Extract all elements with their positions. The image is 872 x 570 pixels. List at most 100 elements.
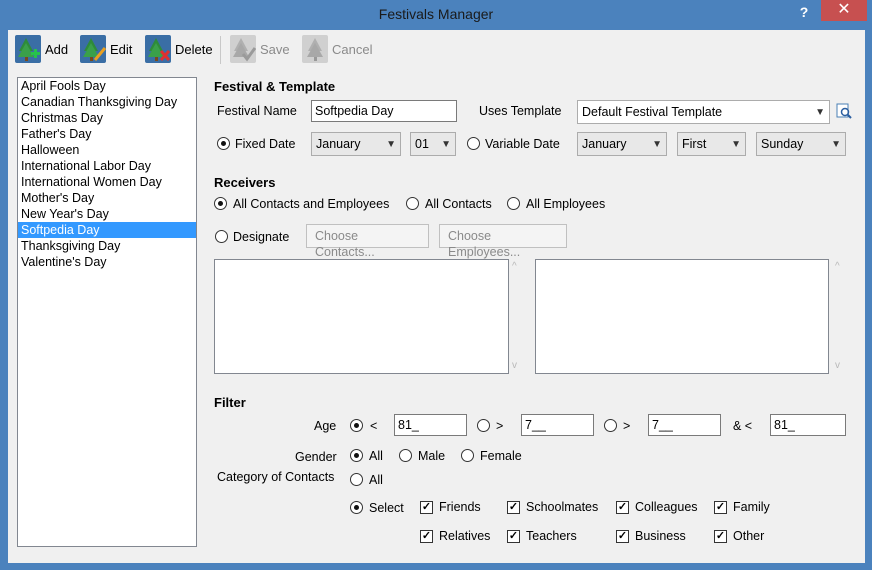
edit-button[interactable]: Edit — [76, 33, 136, 65]
chevron-down-icon: ▼ — [652, 139, 662, 150]
business-label: Business — [635, 529, 686, 543]
save-label: Save — [260, 41, 290, 57]
festival-list[interactable]: April Fools Day Canadian Thanksgiving Day… — [17, 77, 197, 547]
tree-add-icon — [15, 35, 41, 63]
scroll-up-icon[interactable]: ^ — [512, 261, 517, 272]
help-button[interactable]: ? — [792, 4, 816, 24]
age-lt-input[interactable]: 81_ — [394, 414, 467, 436]
variable-date-label: Variable Date — [485, 137, 560, 151]
gender-female-radio[interactable] — [461, 449, 474, 462]
receivers-title: Receivers — [214, 175, 276, 190]
fixed-day-value: 01 — [415, 137, 429, 151]
search-template-icon[interactable] — [836, 103, 852, 119]
age-range-lt-input[interactable]: 81_ — [770, 414, 846, 436]
template-select[interactable]: Default Festival Template ▼ — [577, 100, 830, 124]
festival-list-item[interactable]: Halloween — [18, 142, 196, 158]
age-lt-radio[interactable] — [350, 419, 363, 432]
age-range-radio[interactable] — [604, 419, 617, 432]
gender-female-label: Female — [480, 449, 522, 463]
festival-list-item[interactable]: Thanksgiving Day — [18, 238, 196, 254]
schoolmates-label: Schoolmates — [526, 500, 599, 514]
age-range-gt-input[interactable]: 7__ — [648, 414, 721, 436]
teachers-checkbox[interactable]: ✓ — [507, 530, 520, 543]
add-button[interactable]: Add — [11, 33, 72, 65]
tree-edit-icon — [80, 35, 107, 63]
cancel-button[interactable]: Cancel — [298, 33, 376, 65]
scroll-down-icon[interactable]: v — [835, 360, 840, 371]
friends-checkbox[interactable]: ✓ — [420, 501, 433, 514]
family-checkbox[interactable]: ✓ — [714, 501, 727, 514]
all-employees-radio[interactable] — [507, 197, 520, 210]
festival-list-item[interactable]: Father's Day — [18, 126, 196, 142]
tree-cancel-icon — [302, 35, 328, 63]
save-button[interactable]: Save — [226, 33, 294, 65]
festival-name-input[interactable]: Softpedia Day — [311, 100, 457, 122]
category-all-radio[interactable] — [350, 473, 363, 486]
gender-label: Gender — [295, 450, 337, 464]
relatives-label: Relatives — [439, 529, 491, 543]
category-select-radio[interactable] — [350, 501, 363, 514]
category-all-label: All — [369, 473, 383, 487]
filter-title: Filter — [214, 395, 246, 410]
scroll-down-icon[interactable]: v — [512, 360, 517, 371]
all-contacts-label: All Contacts — [425, 197, 492, 211]
fixed-day-select[interactable]: 01 ▼ — [410, 132, 456, 156]
festival-list-item[interactable]: New Year's Day — [18, 206, 196, 222]
relatives-checkbox[interactable]: ✓ — [420, 530, 433, 543]
other-checkbox[interactable]: ✓ — [714, 530, 727, 543]
festival-list-item[interactable]: Canadian Thanksgiving Day — [18, 94, 196, 110]
designate-radio[interactable] — [215, 230, 228, 243]
variable-month-value: January — [582, 137, 627, 151]
choose-contacts-button[interactable]: Choose Contacts... — [306, 224, 429, 259]
variable-weekday-value: Sunday — [761, 137, 804, 151]
chevron-down-icon: ▼ — [731, 139, 741, 150]
title-bar: Festivals Manager ? ✕ — [0, 0, 872, 30]
contacts-list[interactable] — [214, 259, 509, 374]
scroll-up-icon[interactable]: ^ — [835, 261, 840, 272]
festival-list-item[interactable]: International Women Day — [18, 174, 196, 190]
variable-date-radio[interactable] — [467, 137, 480, 150]
age-and-lt-symbol: & < — [733, 419, 753, 433]
fixed-month-select[interactable]: January ▼ — [311, 132, 401, 156]
family-label: Family — [733, 500, 770, 514]
toolbar-separator — [220, 36, 221, 64]
festival-list-item[interactable]: Valentine's Day — [18, 254, 196, 270]
age-lt-symbol: < — [370, 419, 378, 433]
delete-button[interactable]: Delete — [141, 33, 217, 65]
client-area: Add Edit Delete Save Cancel April Fools … — [8, 30, 865, 563]
variable-weekday-select[interactable]: Sunday ▼ — [756, 132, 846, 156]
employees-list[interactable] — [535, 259, 829, 374]
tree-delete-icon — [145, 35, 171, 63]
delete-label: Delete — [175, 41, 213, 57]
fixed-date-radio[interactable] — [217, 137, 230, 150]
add-label: Add — [45, 41, 69, 57]
gender-all-radio[interactable] — [350, 449, 363, 462]
schoolmates-checkbox[interactable]: ✓ — [507, 501, 520, 514]
festival-list-item[interactable]: April Fools Day — [18, 78, 196, 94]
age-gt-radio[interactable] — [477, 419, 490, 432]
festival-list-item[interactable]: Mother's Day — [18, 190, 196, 206]
age-range-gt-symbol: > — [623, 419, 631, 433]
all-contacts-employees-radio[interactable] — [214, 197, 227, 210]
chevron-down-icon: ▼ — [815, 107, 825, 118]
business-checkbox[interactable]: ✓ — [616, 530, 629, 543]
variable-week-select[interactable]: First ▼ — [677, 132, 746, 156]
tree-save-icon — [230, 35, 257, 63]
festival-list-item[interactable]: Christmas Day — [18, 110, 196, 126]
colleagues-checkbox[interactable]: ✓ — [616, 501, 629, 514]
festival-list-item[interactable]: International Labor Day — [18, 158, 196, 174]
cancel-label: Cancel — [332, 41, 373, 57]
all-contacts-radio[interactable] — [406, 197, 419, 210]
choose-employees-button[interactable]: Choose Employees... — [439, 224, 567, 259]
category-label: Category of Contacts — [217, 470, 335, 484]
gender-male-radio[interactable] — [399, 449, 412, 462]
close-button[interactable]: ✕ — [821, 0, 867, 21]
age-gt-input[interactable]: 7__ — [521, 414, 594, 436]
variable-month-select[interactable]: January ▼ — [577, 132, 667, 156]
festivals-manager-window: Festivals Manager ? ✕ Add Edit Delete Sa… — [0, 0, 872, 570]
template-select-value: Default Festival Template — [582, 105, 723, 119]
teachers-label: Teachers — [526, 529, 577, 543]
festival-list-item[interactable]: Softpedia Day — [18, 222, 196, 238]
designate-label: Designate — [233, 230, 290, 244]
all-contacts-employees-label: All Contacts and Employees — [233, 197, 390, 211]
